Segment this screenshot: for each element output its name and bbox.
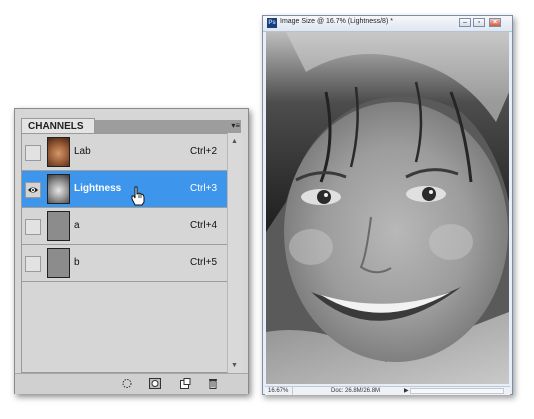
horizontal-scrollbar[interactable] (410, 388, 504, 394)
channel-name: Lightness (74, 183, 122, 194)
channel-name: b (74, 257, 80, 268)
channels-panel: CHANNELS ▾≡ Lab Ctrl+2 Lightness Ctrl+3 (14, 108, 249, 394)
channel-row-lab[interactable]: Lab Ctrl+2 (22, 134, 227, 171)
maximize-button[interactable]: ▫ (473, 18, 485, 27)
panel-header: CHANNELS ▾≡ (15, 109, 248, 134)
scroll-up-icon[interactable]: ▲ (231, 138, 238, 145)
new-channel-icon[interactable] (179, 378, 191, 389)
eye-icon (28, 187, 38, 193)
scroll-down-icon[interactable]: ▼ (231, 362, 238, 369)
hand-pointer-cursor-icon (131, 186, 145, 206)
minimize-button[interactable]: – (459, 18, 471, 27)
status-menu-arrow-icon[interactable]: ▶ (404, 387, 409, 395)
channel-thumbnail (47, 137, 70, 167)
visibility-toggle[interactable] (25, 256, 41, 272)
channel-shortcut: Ctrl+5 (190, 257, 217, 268)
channel-thumbnail (47, 174, 70, 204)
close-button[interactable]: × (489, 18, 501, 27)
panel-tab-bar[interactable] (95, 120, 241, 133)
channel-list: Lab Ctrl+2 Lightness Ctrl+3 a Ctrl+4 b C… (21, 133, 227, 373)
document-canvas-photo[interactable] (266, 32, 509, 384)
channel-shortcut: Ctrl+4 (190, 220, 217, 231)
save-selection-icon[interactable] (149, 378, 161, 389)
grayscale-portrait-image (266, 32, 509, 384)
delete-channel-icon[interactable] (207, 378, 219, 389)
channel-list-scrollbar[interactable]: ▲ ▼ (227, 133, 242, 373)
document-status-bar: 16.67% Doc: 26.8M/26.8M ▶ (265, 386, 510, 395)
photoshop-app-icon: Ps (267, 18, 277, 28)
channel-row-a[interactable]: a Ctrl+4 (22, 208, 227, 245)
panel-footer (15, 373, 248, 394)
channel-row-b[interactable]: b Ctrl+5 (22, 245, 227, 282)
window-title: Image Size @ 16.7% (Lightness/8) * (280, 18, 393, 25)
channel-thumbnail (47, 211, 70, 241)
load-selection-icon[interactable] (121, 378, 133, 389)
visibility-toggle[interactable] (25, 182, 41, 198)
channel-row-lightness[interactable]: Lightness Ctrl+3 (22, 171, 227, 208)
document-size-info[interactable]: Doc: 26.8M/26.8M (331, 387, 380, 395)
panel-menu-icon[interactable]: ▾≡ (226, 121, 240, 131)
channel-name: Lab (74, 146, 91, 157)
zoom-level-field[interactable]: 16.67% (268, 387, 293, 395)
channel-thumbnail (47, 248, 70, 278)
channel-name: a (74, 220, 80, 231)
channel-shortcut: Ctrl+3 (190, 183, 217, 194)
image-document-window: Ps Image Size @ 16.7% (Lightness/8) * – … (262, 15, 513, 395)
visibility-toggle[interactable] (25, 145, 41, 161)
window-titlebar[interactable]: Ps Image Size @ 16.7% (Lightness/8) * – … (263, 16, 512, 32)
channels-tab[interactable]: CHANNELS (21, 118, 95, 134)
channel-shortcut: Ctrl+2 (190, 146, 217, 157)
visibility-toggle[interactable] (25, 219, 41, 235)
